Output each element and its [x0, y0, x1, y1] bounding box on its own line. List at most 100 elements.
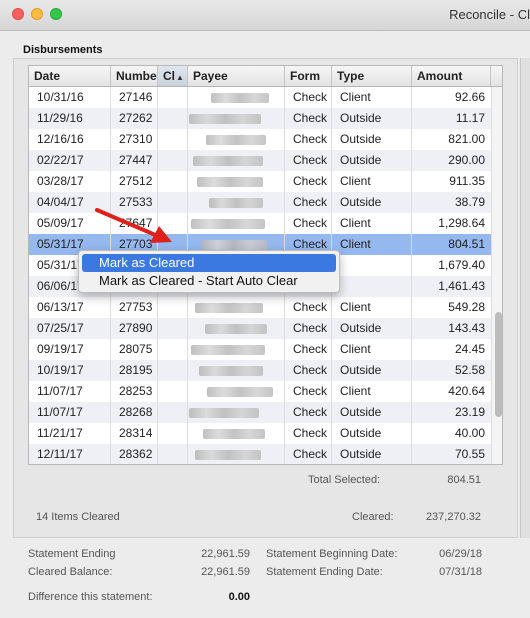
table-row[interactable]: 11/07/17 28253 Check Client 420.64: [29, 381, 491, 402]
cell-amount: 70.55: [454, 447, 485, 461]
cell-amount: 1,461.43: [438, 279, 485, 293]
cell-type: Client: [340, 300, 371, 314]
table-row[interactable]: 11/29/16 27262 Check Outside 11.17: [29, 108, 491, 129]
cell-number: 28268: [119, 405, 153, 419]
column-header-amount-label: Amount: [417, 69, 463, 83]
side-panel-edge: [520, 58, 530, 538]
column-header-number-label: Numbe: [116, 69, 157, 83]
column-header-cleared[interactable]: Cl▲: [158, 66, 188, 86]
zoom-window-button[interactable]: [50, 8, 62, 20]
cell-number: 28362: [119, 447, 153, 461]
table-row[interactable]: 12/16/16 27310 Check Outside 821.00: [29, 129, 491, 150]
cell-type: Client: [340, 384, 371, 398]
table-row[interactable]: 10/31/16 27146 Check Client 92.66: [29, 87, 491, 108]
cell-number: 27447: [119, 153, 153, 167]
table-row[interactable]: 07/25/17 27890 Check Outside 143.43: [29, 318, 491, 339]
minimize-window-button[interactable]: [31, 8, 43, 20]
close-window-button[interactable]: [12, 8, 24, 20]
table-row[interactable]: 06/13/17 27753 Check Client 549.28: [29, 297, 491, 318]
table-row[interactable]: 12/11/17 28362 Check Outside 70.55: [29, 444, 491, 464]
cell-form: Check: [293, 132, 328, 146]
cell-form: Check: [293, 111, 328, 125]
cell-payee-redacted: [197, 177, 263, 187]
difference-value: 0.00: [228, 591, 250, 603]
cell-amount: 804.51: [448, 237, 485, 251]
cell-payee-redacted: [206, 135, 266, 145]
statement-beginning-date-value: 06/29/18: [439, 548, 482, 560]
cell-type: Client: [340, 174, 371, 188]
cell-payee-redacted: [189, 408, 259, 418]
column-header-payee[interactable]: Payee: [188, 66, 285, 86]
statement-ending-date-label: Statement Ending Date:: [266, 566, 383, 578]
cell-payee-redacted: [211, 93, 269, 103]
scrollbar-thumb[interactable]: [495, 312, 502, 417]
column-header-payee-label: Payee: [193, 69, 228, 83]
cell-payee-redacted: [193, 156, 263, 166]
cell-type: Client: [340, 342, 371, 356]
cell-number: 28253: [119, 384, 153, 398]
cell-type: Client: [340, 237, 371, 251]
cell-form: Check: [293, 216, 328, 230]
items-cleared-count: 14 Items Cleared: [36, 511, 120, 523]
column-header-number[interactable]: Numbe: [111, 66, 158, 86]
cell-type: Outside: [340, 405, 382, 419]
table-header: Date Numbe Cl▲ Payee Form Type Amount: [29, 66, 502, 87]
window-title: Reconcile - Cl: [449, 7, 530, 22]
cell-form: Check: [293, 321, 328, 335]
window-titlebar: Reconcile - Cl: [0, 0, 530, 31]
cell-amount: 143.43: [448, 321, 485, 335]
cell-number: 27753: [119, 300, 153, 314]
cell-number: 28195: [119, 363, 153, 377]
column-header-amount[interactable]: Amount: [412, 66, 491, 86]
cell-form: Check: [293, 447, 328, 461]
cell-form: Check: [293, 195, 328, 209]
cleared-value: 237,270.32: [425, 511, 481, 523]
table-row[interactable]: 02/22/17 27447 Check Outside 290.00: [29, 150, 491, 171]
table-vertical-scrollbar[interactable]: [491, 87, 502, 464]
cell-amount: 23.19: [454, 405, 485, 419]
cell-date: 03/28/17: [37, 174, 84, 188]
column-header-type[interactable]: Type: [332, 66, 412, 86]
menu-item-mark-as-cleared-start-auto-clear[interactable]: Mark as Cleared - Start Auto Clear: [82, 272, 336, 290]
menu-item-mark-as-cleared[interactable]: Mark as Cleared: [82, 254, 336, 272]
cell-payee-redacted: [195, 450, 261, 460]
table-row[interactable]: 10/19/17 28195 Check Outside 52.58: [29, 360, 491, 381]
cell-amount: 11.17: [455, 111, 485, 125]
column-header-form-label: Form: [290, 69, 320, 83]
cell-amount: 40.00: [454, 426, 485, 440]
cell-type: Outside: [340, 195, 382, 209]
cell-form: Check: [293, 426, 328, 440]
statement-ending-value: 22,961.59: [201, 548, 250, 560]
cleared-balance-label: Cleared Balance:: [28, 566, 113, 578]
cell-payee-redacted: [195, 303, 263, 313]
statement-beginning-date-label: Statement Beginning Date:: [266, 548, 398, 560]
column-header-cleared-label: Cl: [163, 69, 175, 83]
cell-type: Outside: [340, 321, 382, 335]
cell-type: Outside: [340, 363, 382, 377]
table-row[interactable]: 11/07/17 28268 Check Outside 23.19: [29, 402, 491, 423]
cell-date: 11/07/17: [37, 384, 83, 398]
cell-payee-redacted: [189, 114, 261, 124]
cell-form: Check: [293, 153, 328, 167]
table-row[interactable]: 11/21/17 28314 Check Outside 40.00: [29, 423, 491, 444]
column-header-date[interactable]: Date: [29, 66, 111, 86]
cell-form: Check: [293, 300, 328, 314]
table-row[interactable]: 09/19/17 28075 Check Client 24.45: [29, 339, 491, 360]
cell-payee-redacted: [199, 366, 263, 376]
cell-type: Client: [340, 216, 371, 230]
sort-ascending-icon: ▲: [176, 73, 184, 82]
cell-type: Outside: [340, 132, 382, 146]
cell-payee-redacted: [205, 324, 267, 334]
column-header-type-label: Type: [337, 69, 365, 83]
cell-number: 28314: [119, 426, 153, 440]
column-header-form[interactable]: Form: [285, 66, 332, 86]
cleared-balance-value: 22,961.59: [201, 566, 250, 578]
difference-label: Difference this statement:: [28, 591, 153, 603]
cell-number: 27890: [119, 321, 153, 335]
cell-payee-redacted: [191, 219, 265, 229]
cell-payee-redacted: [207, 387, 273, 397]
cell-payee-redacted: [209, 198, 263, 208]
table-row[interactable]: 03/28/17 27512 Check Client 911.35: [29, 171, 491, 192]
cell-type: Client: [340, 90, 371, 104]
cell-form: Check: [293, 342, 328, 356]
